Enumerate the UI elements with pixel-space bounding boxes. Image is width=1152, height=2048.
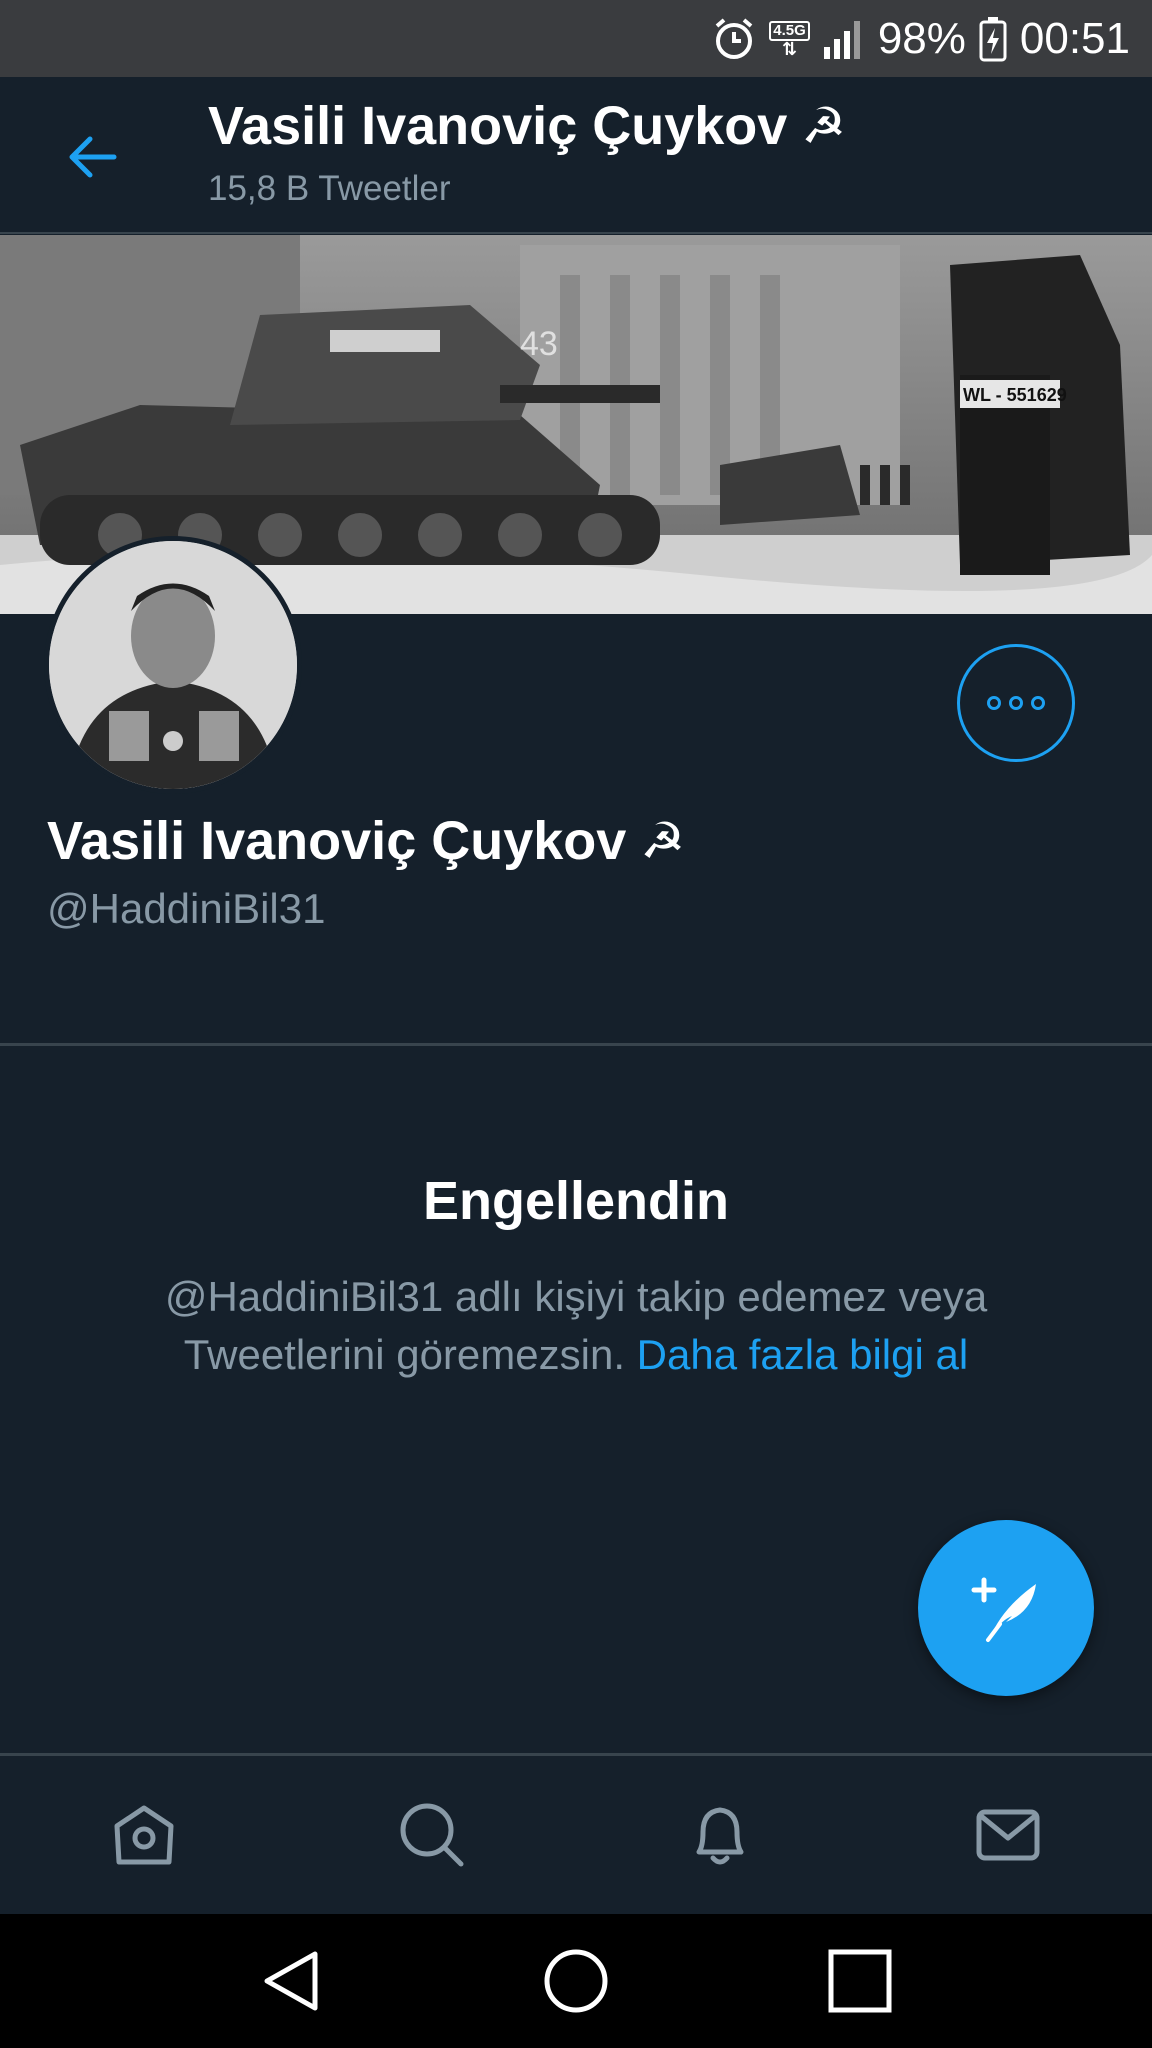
hammer-sickle-emoji: ☭: [801, 97, 847, 155]
tank-number: 43: [520, 325, 558, 363]
compose-tweet-button[interactable]: [918, 1520, 1094, 1696]
nav-home[interactable]: [89, 1780, 199, 1890]
learn-more-link[interactable]: Daha fazla bilgi al: [637, 1331, 969, 1378]
blocked-message: @HaddiniBil31 adlı kişiyi takip edemez v…: [80, 1268, 1072, 1384]
system-navigation: [0, 1914, 1152, 2048]
network-type-icon: 4.5G ⇅: [769, 20, 810, 58]
profile-header: Vasili Ivanoviç Çuykov ☭ 15,8 B Tweetler: [0, 77, 1152, 234]
system-recents-button[interactable]: [810, 1931, 910, 2031]
system-back-button[interactable]: [242, 1931, 342, 2031]
bottom-navigation: [0, 1753, 1152, 1914]
truck-plate: WL - 551629: [963, 385, 1067, 405]
avatar[interactable]: [44, 536, 302, 794]
hammer-sickle-emoji: ☭: [640, 812, 686, 870]
search-icon: [400, 1803, 464, 1867]
arrow-left-icon: [69, 136, 117, 178]
profile-name-text: Vasili Ivanoviç Çuykov: [47, 811, 627, 871]
blocked-title: Engellendin: [422, 1171, 730, 1231]
more-options-button[interactable]: [957, 644, 1075, 762]
divider: [0, 1043, 1152, 1046]
header-title: Vasili Ivanoviç Çuykov ☭: [208, 95, 846, 157]
more-dot: [1031, 696, 1045, 710]
back-triangle-icon: [264, 1951, 318, 2011]
profile-name: Vasili Ivanoviç Çuykov ☭: [47, 810, 685, 872]
network-type-label: 4.5G: [769, 20, 810, 41]
nav-messages[interactable]: [953, 1780, 1063, 1890]
bell-icon: [696, 1807, 744, 1865]
header-title-text: Vasili Ivanoviç Çuykov: [208, 96, 788, 156]
battery-charging-icon: [979, 16, 1007, 61]
back-button[interactable]: [60, 125, 124, 189]
clock: 00:51: [1019, 13, 1130, 63]
compose-tweet-icon: [971, 1577, 1036, 1642]
tweet-count: 15,8 B Tweetler: [208, 169, 451, 208]
more-options-icon: [987, 696, 1001, 710]
mail-icon: [976, 1809, 1040, 1861]
home-icon: [114, 1805, 174, 1865]
battery-percentage: 98%: [877, 13, 966, 63]
alarm-icon: [715, 17, 753, 59]
nav-notifications[interactable]: [665, 1780, 775, 1890]
profile-handle: @HaddiniBil31: [47, 885, 326, 932]
home-circle-icon: [544, 1949, 608, 2013]
nav-search[interactable]: [377, 1780, 487, 1890]
signal-icon: [823, 20, 860, 59]
avatar-image: [49, 541, 297, 789]
system-home-button[interactable]: [526, 1931, 626, 2031]
recents-square-icon: [828, 1949, 892, 2013]
more-dot: [1009, 696, 1023, 710]
status-bar: 4.5G ⇅ 98% 00:51: [0, 0, 1152, 77]
